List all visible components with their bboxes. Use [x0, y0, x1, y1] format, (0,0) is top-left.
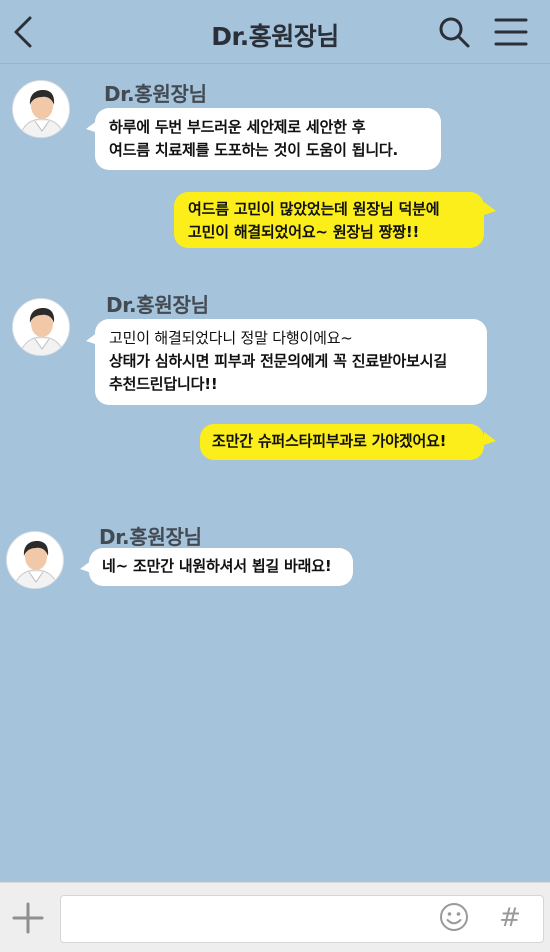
- message-line: 추천드린답니다!!: [109, 375, 218, 393]
- search-icon[interactable]: [434, 12, 474, 52]
- message-line: 고민이 해결되었어요~ 원장님 짱짱!!: [188, 223, 420, 241]
- message-line: 여드름 치료제를 도포하는 것이 도움이 됩니다.: [109, 141, 399, 159]
- message-line: 네~ 조만간 내원하셔서 뵙길 바래요!: [102, 557, 332, 575]
- doctor-avatar[interactable]: [12, 298, 70, 356]
- smiley-icon[interactable]: [438, 901, 470, 933]
- message-line: 하루에 두번 부드러운 세안제로 세안한 후: [109, 118, 366, 136]
- message-sender-name: Dr.홍원장님: [104, 82, 207, 106]
- chat-header: Dr.홍원장님: [0, 0, 550, 64]
- message-line: 고민이 해결되었다니 정말 다행이에요~: [109, 329, 353, 347]
- message-sender-name: Dr.홍원장님: [99, 525, 202, 549]
- message-sender-name: Dr.홍원장님: [106, 293, 209, 317]
- outgoing-message-bubble[interactable]: 조만간 슈퍼스타피부과로 가야겠어요!: [200, 424, 484, 460]
- message-input[interactable]: [60, 895, 544, 943]
- hashtag-icon[interactable]: #: [494, 901, 526, 935]
- hamburger-menu-icon[interactable]: [490, 12, 530, 52]
- message-line: 상태가 심하시면 피부과 전문의에게 꼭 진료받아보시길: [109, 352, 447, 370]
- chat-screen: Dr.홍원장님 Dr.홍원장님 하루에 두번 부드러운 세안제로 세안한 후 여…: [0, 0, 550, 952]
- message-line: 여드름 고민이 많았었는데 원장님 덕분에: [188, 200, 440, 218]
- incoming-message-bubble[interactable]: 고민이 해결되었다니 정말 다행이에요~ 상태가 심하시면 피부과 전문의에게 …: [95, 319, 487, 405]
- doctor-avatar[interactable]: [6, 531, 64, 589]
- bubble-tail: [484, 432, 496, 445]
- plus-icon[interactable]: [8, 898, 48, 938]
- doctor-avatar[interactable]: [12, 80, 70, 138]
- message-line: 조만간 슈퍼스타피부과로 가야겠어요!: [212, 432, 447, 450]
- message-input-bar: #: [0, 882, 550, 952]
- outgoing-message-bubble[interactable]: 여드름 고민이 많았었는데 원장님 덕분에 고민이 해결되었어요~ 원장님 짱짱…: [174, 192, 484, 248]
- bubble-tail: [484, 202, 496, 215]
- incoming-message-bubble[interactable]: 네~ 조만간 내원하셔서 뵙길 바래요!: [89, 548, 353, 586]
- incoming-message-bubble[interactable]: 하루에 두번 부드러운 세안제로 세안한 후 여드름 치료제를 도포하는 것이 …: [95, 108, 441, 170]
